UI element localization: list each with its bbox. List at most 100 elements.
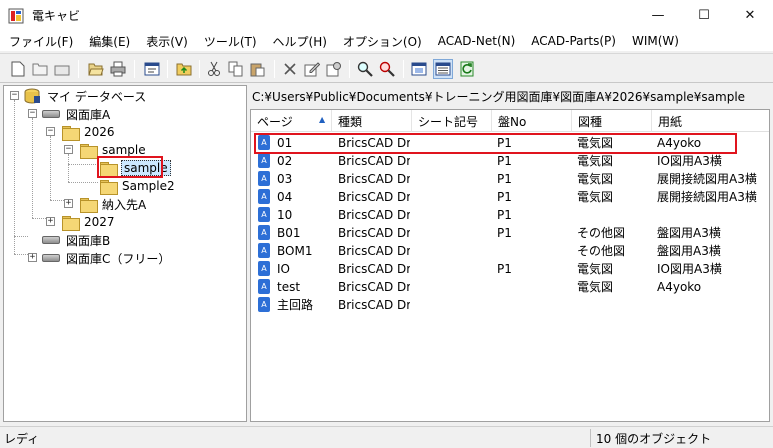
cell-zushu: 電気図 bbox=[577, 154, 614, 168]
column-header-sheet[interactable]: シート記号 bbox=[412, 110, 492, 132]
delete-icon[interactable] bbox=[280, 59, 300, 79]
tree-label-db-a: 図面庫A bbox=[66, 107, 111, 122]
tree-node-db-a[interactable]: 図面庫A bbox=[42, 105, 110, 123]
cell-type: BricsCAD Draw bbox=[338, 190, 410, 204]
folder-tree: − マイ データベース − 図面庫A − 2026 − sample sampl… bbox=[3, 85, 247, 422]
tree-node-2027[interactable]: 2027 bbox=[62, 213, 115, 231]
table-row[interactable]: A 主回路 BricsCAD Draw bbox=[251, 296, 769, 314]
paste-icon[interactable] bbox=[248, 59, 268, 79]
tree-node-sample2[interactable]: Sample2 bbox=[100, 177, 175, 195]
tree-label-db-c: 図面庫C（フリー） bbox=[66, 251, 171, 266]
folder-icon bbox=[100, 179, 118, 195]
view-large-icon[interactable] bbox=[409, 59, 429, 79]
expander-sample[interactable]: − bbox=[64, 145, 73, 154]
cell-paper: IO図用A3横 bbox=[657, 262, 722, 276]
column-header-paper[interactable]: 用紙 bbox=[652, 110, 769, 132]
menu-wim[interactable]: WIM(W) bbox=[623, 34, 686, 48]
folder-icon bbox=[80, 143, 98, 159]
properties-icon[interactable] bbox=[142, 59, 162, 79]
object-count: 10 個のオブジェクト bbox=[596, 432, 712, 446]
settings-icon[interactable] bbox=[324, 59, 344, 79]
menu-help[interactable]: ヘルプ(H) bbox=[264, 33, 334, 50]
folder-icon bbox=[62, 125, 80, 141]
list-header: ページ ▲ 種類 シート記号 盤No 図種 用紙 bbox=[251, 110, 769, 132]
column-header-ban[interactable]: 盤No bbox=[492, 110, 572, 132]
drawing-file-icon: A bbox=[258, 279, 270, 294]
cell-page: 03 bbox=[277, 172, 293, 186]
drawing-file-icon: A bbox=[258, 207, 270, 222]
tree-node-db-c[interactable]: 図面庫C（フリー） bbox=[42, 249, 170, 267]
tree-node-my-database[interactable]: マイ データベース bbox=[23, 87, 146, 105]
expander-2026[interactable]: − bbox=[46, 127, 55, 136]
menu-options[interactable]: オプション(O) bbox=[334, 33, 429, 50]
status-text: レディ bbox=[4, 432, 40, 446]
cell-page: BOM1 bbox=[277, 244, 313, 258]
search-icon[interactable] bbox=[355, 59, 375, 79]
column-header-type[interactable]: 種類 bbox=[332, 110, 412, 132]
menu-file[interactable]: ファイル(F) bbox=[0, 33, 80, 50]
search-replace-icon[interactable] bbox=[377, 59, 397, 79]
menu-acad-net[interactable]: ACAD-Net(N) bbox=[429, 34, 523, 48]
drawing-file-icon: A bbox=[258, 297, 270, 312]
refresh-icon[interactable] bbox=[457, 59, 477, 79]
menu-acad-parts[interactable]: ACAD-Parts(P) bbox=[522, 34, 623, 48]
cell-type: BricsCAD Draw bbox=[338, 226, 410, 240]
view-details-icon[interactable] bbox=[433, 59, 453, 79]
cell-zushu: 電気図 bbox=[577, 190, 614, 204]
title-bar: 電キャビ — ☐ ✕ bbox=[0, 0, 773, 31]
table-row[interactable]: A 04 BricsCAD Draw P1 電気図 展開接続図用A3横 bbox=[251, 188, 769, 206]
cell-ban: P1 bbox=[497, 226, 512, 240]
cell-type: BricsCAD Draw bbox=[338, 172, 410, 186]
open-folder-icon[interactable] bbox=[86, 59, 106, 79]
open-icon[interactable] bbox=[30, 59, 50, 79]
new-icon[interactable] bbox=[8, 59, 28, 79]
cell-page: IO bbox=[277, 262, 290, 276]
cell-zushu: その他図 bbox=[577, 226, 626, 240]
close-button[interactable]: ✕ bbox=[727, 0, 773, 31]
tree-label-sample2: Sample2 bbox=[122, 179, 175, 193]
expander-2027[interactable]: + bbox=[46, 217, 55, 226]
highlight-box-row bbox=[254, 133, 737, 154]
tree-node-db-b[interactable]: 図面庫B bbox=[42, 231, 110, 249]
drive-icon bbox=[42, 254, 60, 262]
menu-edit[interactable]: 編集(E) bbox=[80, 33, 137, 50]
menu-view[interactable]: 表示(V) bbox=[137, 33, 195, 50]
expander-root[interactable]: − bbox=[10, 91, 19, 100]
close-folder-icon[interactable] bbox=[52, 59, 72, 79]
minimize-button[interactable]: — bbox=[635, 0, 681, 31]
table-row[interactable]: A 10 BricsCAD Draw P1 bbox=[251, 206, 769, 224]
cut-icon[interactable] bbox=[204, 59, 224, 79]
maximize-button[interactable]: ☐ bbox=[681, 0, 727, 31]
drive-icon bbox=[42, 236, 60, 244]
path-bar: C:¥Users¥Public¥Documents¥トレーニング用図面庫¥図面庫… bbox=[250, 85, 770, 107]
expander-db-c[interactable]: + bbox=[28, 253, 37, 262]
expander-db-a[interactable]: − bbox=[28, 109, 37, 118]
table-row[interactable]: A BOM1 BricsCAD Draw その他図 盤図用A3横 bbox=[251, 242, 769, 260]
column-header-zushu[interactable]: 図種 bbox=[572, 110, 652, 132]
tree-node-nounyu[interactable]: 納入先A bbox=[80, 195, 146, 213]
table-row[interactable]: Atest BricsCAD Draw 電気図 A4yoko bbox=[251, 278, 769, 296]
cell-type: BricsCAD Draw bbox=[338, 208, 410, 222]
database-icon bbox=[23, 88, 41, 104]
cell-ban: P1 bbox=[497, 190, 512, 204]
cell-page: test bbox=[277, 280, 301, 294]
tree-label-nounyu: 納入先A bbox=[102, 197, 147, 212]
print-icon[interactable] bbox=[108, 59, 128, 79]
tree-node-2026[interactable]: 2026 bbox=[62, 123, 115, 141]
cell-paper: 展開接続図用A3横 bbox=[657, 172, 757, 186]
cell-page: B01 bbox=[277, 226, 301, 240]
table-row[interactable]: A 02 BricsCAD Draw P1 電気図 IO図用A3横 bbox=[251, 152, 769, 170]
column-header-page[interactable]: ページ ▲ bbox=[251, 110, 332, 132]
menu-tools[interactable]: ツール(T) bbox=[195, 33, 264, 50]
drawing-file-icon: A bbox=[258, 243, 270, 258]
table-row[interactable]: A B01 BricsCAD Draw P1 その他図 盤図用A3横 bbox=[251, 224, 769, 242]
tree-label-2027: 2027 bbox=[84, 215, 115, 229]
table-row[interactable]: A IO BricsCAD Draw P1 電気図 IO図用A3横 bbox=[251, 260, 769, 278]
table-row[interactable]: A 03 BricsCAD Draw P1 電気図 展開接続図用A3横 bbox=[251, 170, 769, 188]
cell-ban: P1 bbox=[497, 172, 512, 186]
copy-icon[interactable] bbox=[226, 59, 246, 79]
up-folder-icon[interactable] bbox=[174, 59, 194, 79]
drawing-file-icon: A bbox=[258, 261, 270, 276]
expander-nounyu[interactable]: + bbox=[64, 199, 73, 208]
edit-icon[interactable] bbox=[302, 59, 322, 79]
